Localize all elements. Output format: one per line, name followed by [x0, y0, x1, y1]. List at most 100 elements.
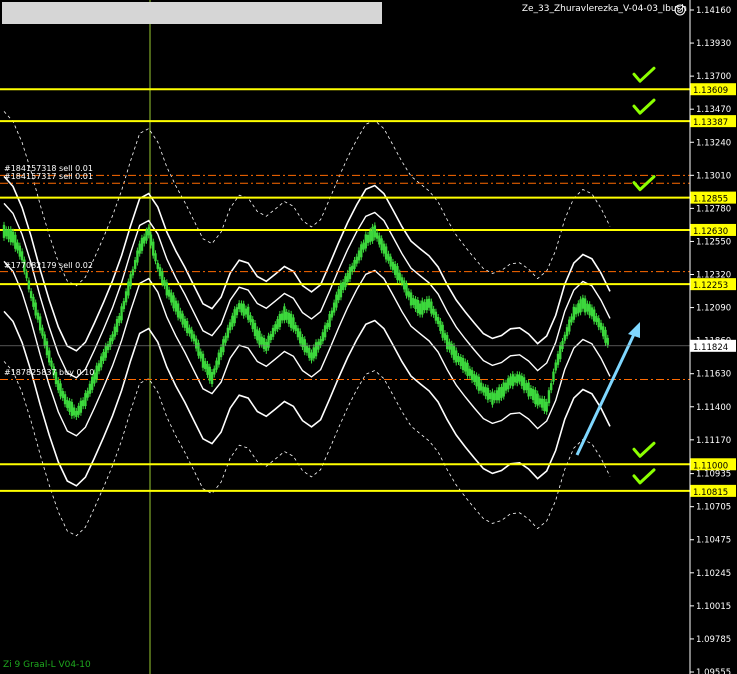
candle-body	[305, 345, 309, 353]
price-tick-label: 1.13010	[696, 171, 731, 181]
candle-body	[323, 325, 327, 338]
candle-body	[242, 303, 245, 316]
candle-body	[461, 358, 465, 371]
candle-body	[484, 387, 487, 397]
candle-body	[240, 303, 243, 313]
candle-body	[486, 387, 490, 400]
candle-body	[583, 298, 587, 313]
candle-body	[41, 327, 44, 336]
candle-body	[599, 322, 603, 330]
candle-body	[326, 322, 329, 329]
candle-body	[258, 330, 261, 345]
price-chart[interactable]: 1.136091.133871.128551.126301.122531.110…	[0, 0, 737, 674]
candle-body	[289, 313, 293, 328]
candle-body	[561, 340, 564, 349]
candle-body	[32, 296, 35, 307]
candle-body	[260, 336, 263, 345]
candle-body	[247, 306, 250, 320]
candle-body	[373, 225, 377, 238]
candle-body	[337, 289, 340, 301]
candle-body	[256, 329, 259, 341]
candle-body	[520, 375, 524, 386]
candle-body	[115, 319, 119, 333]
candle-body	[70, 401, 74, 416]
candle-body	[450, 343, 453, 355]
candle-body	[574, 307, 578, 315]
candle-body	[27, 280, 31, 290]
candle-body	[425, 299, 429, 311]
candle-body	[427, 298, 431, 308]
candle-body	[547, 390, 551, 404]
candle-body	[249, 315, 252, 323]
candle-body	[274, 324, 277, 332]
candle-body	[418, 303, 422, 315]
current-price-label: 1.11824	[693, 343, 728, 353]
level-price-label: 1.10815	[693, 488, 728, 498]
candle-body	[88, 383, 92, 394]
candle-body	[265, 341, 268, 351]
price-tick-label: 1.10705	[696, 503, 731, 513]
toolbar-panel[interactable]	[2, 2, 382, 24]
candle-body	[364, 234, 367, 249]
candle-body	[396, 266, 399, 281]
candle-body	[197, 342, 200, 356]
candle-body	[509, 376, 512, 386]
candle-body	[179, 310, 182, 319]
candle-body	[407, 291, 410, 298]
candle-body	[351, 265, 354, 272]
candle-body	[341, 282, 345, 291]
candle-body	[233, 309, 236, 324]
candle-body	[522, 377, 526, 391]
candle-body	[84, 393, 87, 407]
candle-body	[455, 350, 458, 363]
candle-body	[296, 328, 300, 338]
candle-body	[432, 308, 435, 315]
price-tick-label: 1.10475	[696, 536, 731, 546]
candle-body	[59, 383, 62, 397]
candle-body	[231, 315, 234, 327]
candle-body	[543, 398, 546, 411]
candle-body	[500, 386, 503, 398]
candle-body	[195, 338, 198, 349]
candle-body	[459, 356, 462, 366]
price-tick-label: 1.14160	[696, 6, 731, 16]
candle-body	[592, 309, 596, 322]
candle-body	[375, 232, 379, 239]
candle-body	[346, 272, 349, 282]
candle-body	[280, 313, 284, 321]
candle-body	[226, 327, 230, 338]
price-tick-label: 1.12780	[696, 204, 731, 214]
candle-body	[156, 262, 159, 269]
candle-body	[16, 242, 19, 251]
candle-body	[106, 344, 110, 351]
candle-body	[518, 374, 521, 382]
window-title: Ze_33_Zhuravlerezka_V-04-03_Ibush	[521, 4, 687, 14]
candle-body	[253, 322, 257, 336]
candle-body	[540, 398, 544, 408]
candle-body	[86, 390, 89, 398]
candle-body	[18, 245, 22, 257]
candle-body	[369, 230, 372, 242]
candle-body	[602, 326, 605, 337]
candle-body	[332, 302, 336, 313]
candle-body	[466, 362, 469, 376]
candle-body	[75, 410, 78, 417]
candle-body	[586, 303, 589, 312]
candle-body	[2, 224, 6, 238]
candle-body	[595, 316, 598, 323]
candle-body	[38, 316, 42, 331]
candle-body	[97, 363, 101, 372]
candle-body	[72, 407, 76, 416]
candle-body	[68, 400, 71, 412]
order-label: #187825837 buy 0.10	[4, 368, 95, 378]
candle-body	[271, 327, 275, 337]
candle-body	[590, 307, 594, 317]
candle-body	[511, 374, 514, 387]
candle-body	[217, 352, 221, 365]
candle-body	[122, 301, 126, 310]
candle-body	[294, 325, 297, 332]
candle-body	[188, 327, 191, 334]
candle-body	[477, 376, 481, 391]
order-label: #184157317 sell 0.01	[4, 172, 93, 182]
candle-body	[439, 320, 442, 331]
